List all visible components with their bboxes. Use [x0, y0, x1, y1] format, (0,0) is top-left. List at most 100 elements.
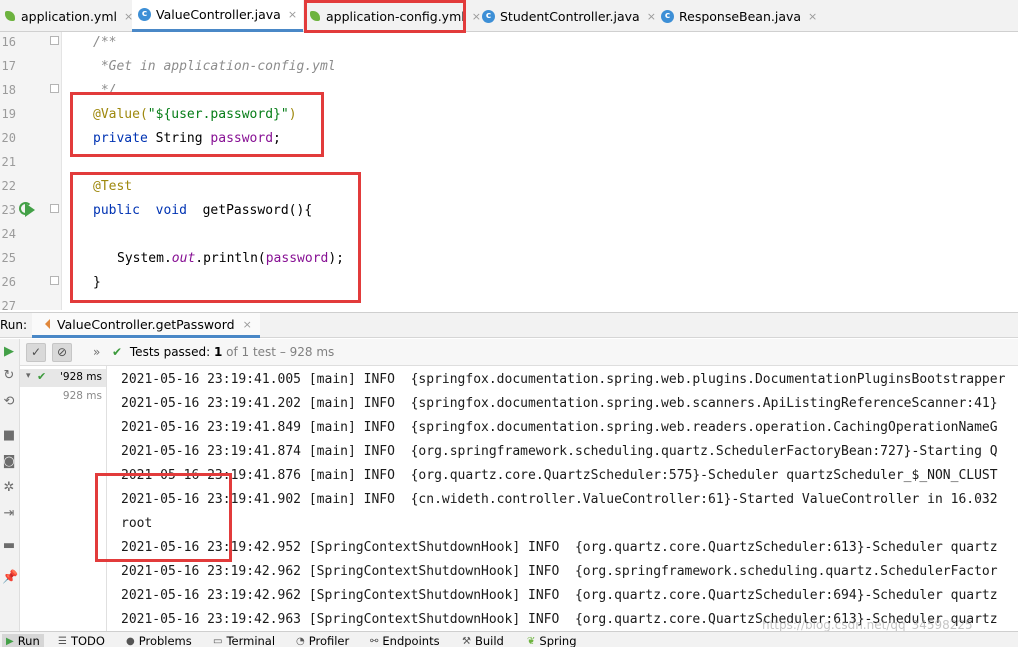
test-duration: '928 ms [60, 371, 102, 383]
code-line-19: @Value("${user.password}") [93, 107, 297, 123]
console-output[interactable]: 2021-05-16 23:19:41.005 [main] INFO {spr… [108, 366, 1018, 631]
export-icon[interactable]: ⇥ [2, 507, 16, 521]
run-test-gutter-icon[interactable] [19, 202, 37, 218]
tool-window-label: Spring [539, 634, 577, 647]
string-literal: "${user.password}" [147, 107, 289, 122]
tab-studentcontroller-java[interactable]: c StudentController.java × [482, 0, 656, 32]
code-line-25: System.out.println(password); [117, 251, 344, 267]
test-duration: 928 ms [62, 390, 102, 402]
tests-passed-count: 1 [213, 345, 223, 359]
tab-application-config-yml[interactable]: application-config.yml × [309, 0, 481, 32]
tool-window-label: Endpoints [382, 634, 440, 647]
tab-label: ValueController.java [156, 7, 281, 22]
code-editor[interactable]: 16 17 18 19 20 21 22 23 24 25 26 27 /** … [0, 32, 1018, 310]
tab-responsebean-java[interactable]: c ResponseBean.java × [661, 0, 817, 32]
tool-window-run[interactable]: ▶ Run [2, 634, 44, 647]
tool-window-profiler[interactable]: ◔ Profiler [296, 634, 349, 647]
static-field-out: out [171, 251, 196, 266]
settings-icon[interactable]: ✲ [2, 481, 16, 495]
run-toolbar: ✓ ⊘ » ✔ Tests passed: 1 of 1 test – 928 … [0, 339, 1018, 366]
tab-label: StudentController.java [500, 8, 640, 24]
line-number: 18 [1, 83, 16, 97]
tool-window-terminal[interactable]: ▭ Terminal [213, 634, 275, 647]
profiler-icon: ◔ [296, 635, 305, 647]
tool-window-bar: ▶ Run ☰ TODO ● Problems ▭ Terminal ◔ Pro… [0, 631, 1018, 647]
line-number: 24 [1, 227, 16, 241]
line-number: 16 [1, 35, 16, 49]
tab-valuecontroller-java[interactable]: c ValueController.java × [132, 0, 304, 32]
java-class-icon: c [482, 9, 495, 23]
test-tree-row[interactable]: ▾ ✔ '928 ms [20, 369, 106, 387]
tool-window-label: TODO [70, 634, 105, 647]
show-passed-toggle-icon[interactable]: ✓ [26, 343, 46, 362]
play-icon: ▶ [6, 635, 14, 647]
line-number: 27 [1, 299, 16, 310]
tool-window-build[interactable]: ⚒ Build [462, 634, 504, 647]
layout-icon[interactable]: ▬ [2, 539, 16, 553]
more-actions-chevron-icon[interactable]: » [93, 345, 100, 359]
fold-marker-icon[interactable] [50, 36, 59, 45]
method-getpassword: getPassword(){ [202, 203, 313, 218]
code-line-23: public void getPassword(){ [93, 203, 312, 219]
rerun-failed-icon[interactable]: ↻ [2, 369, 16, 383]
tool-window-spring[interactable]: ❦ Spring [527, 634, 577, 647]
keyword-void: void [155, 203, 187, 218]
tool-window-todo[interactable]: ☰ TODO [58, 634, 105, 647]
code-line-17: *Get in application-config.yml [93, 59, 336, 74]
tests-passed-prefix: Tests passed: [129, 345, 211, 359]
close-icon[interactable]: × [243, 318, 252, 331]
line-number: 19 [1, 107, 16, 121]
run-panel-header: Run: ValueController.getPassword × [0, 312, 1018, 338]
code-line-22: @Test [93, 179, 133, 194]
tab-label: ResponseBean.java [679, 8, 802, 24]
check-icon: ✔ [37, 370, 47, 383]
stop-icon[interactable]: ■ [2, 429, 16, 443]
tool-window-problems[interactable]: ● Problems [126, 634, 192, 647]
test-status: ✔ Tests passed: 1 of 1 test – 928 ms [112, 345, 334, 359]
fold-marker-icon[interactable] [50, 276, 59, 285]
tool-window-label: Problems [138, 634, 192, 647]
tool-window-label: Run [17, 634, 40, 647]
console-line: 2021-05-16 23:19:42.952 [SpringContextSh… [121, 540, 998, 555]
close-icon[interactable]: × [288, 8, 297, 21]
tab-application-yml[interactable]: application.yml × [4, 0, 133, 32]
fold-marker-icon[interactable] [50, 204, 59, 213]
test-config-icon [40, 319, 50, 329]
watermark: https://blog.csdn.net/qq_34598225 [762, 618, 973, 632]
chevron-down-icon[interactable]: ▾ [26, 371, 31, 381]
list-icon: ☰ [58, 635, 67, 647]
close-icon[interactable]: × [647, 10, 656, 23]
run-config-tab[interactable]: ValueController.getPassword × [32, 313, 260, 338]
close-icon[interactable]: × [472, 10, 481, 23]
rerun-icon[interactable]: ▶ [2, 345, 16, 359]
tool-window-label: Terminal [226, 634, 276, 647]
show-ignored-toggle-icon[interactable]: ⊘ [52, 343, 72, 362]
console-line: 2021-05-16 23:19:41.902 [main] INFO {cn.… [121, 492, 998, 507]
java-class-icon: c [138, 8, 151, 21]
pin-icon[interactable]: 📌 [2, 571, 18, 585]
tool-window-endpoints[interactable]: ⚯ Endpoints [370, 634, 440, 647]
close-icon[interactable]: × [808, 10, 817, 23]
yml-file-icon [4, 10, 16, 22]
tool-window-label: Build [474, 634, 504, 647]
line-number: 17 [1, 59, 16, 73]
line-number: 23 [1, 203, 16, 217]
terminal-icon: ▭ [213, 635, 223, 647]
line-number: 21 [1, 155, 16, 169]
annotation-close: ) [288, 107, 297, 122]
code-line-20: private String password; [93, 131, 281, 147]
yml-file-icon [309, 10, 321, 22]
console-line: root [121, 516, 153, 531]
toggle-auto-test-icon[interactable]: ⟲ [2, 395, 16, 409]
line-number: 20 [1, 131, 16, 145]
code-line-26: } [93, 275, 101, 290]
field-password: password [265, 251, 329, 266]
tests-passed-suffix: of 1 test – 928 ms [226, 345, 335, 359]
field-password: password [210, 131, 274, 146]
test-results-tree: ▾ ✔ '928 ms 928 ms [20, 366, 107, 631]
fold-marker-icon[interactable] [50, 84, 59, 93]
test-tree-row[interactable]: 928 ms [20, 388, 106, 406]
endpoints-icon: ⚯ [370, 635, 379, 647]
camera-icon[interactable]: ◙ [2, 455, 16, 469]
console-line: 2021-05-16 23:19:41.849 [main] INFO {spr… [121, 420, 998, 435]
